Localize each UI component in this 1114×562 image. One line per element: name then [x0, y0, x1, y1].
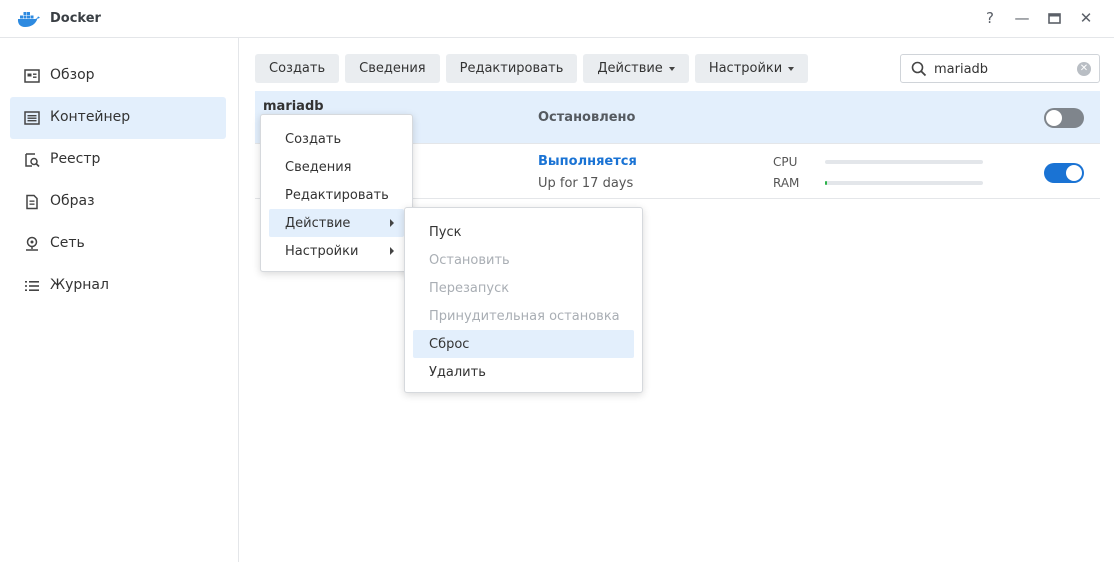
create-button-label: Создать [269, 61, 326, 76]
context-menu-settings-label: Настройки [285, 243, 359, 259]
sidebar-item-log[interactable]: Журнал [10, 265, 226, 307]
sidebar-item-overview[interactable]: Обзор [10, 55, 226, 97]
app-title: Docker [50, 11, 101, 26]
registry-icon [25, 153, 40, 168]
context-menu-settings[interactable]: Настройки [269, 237, 404, 265]
container-uptime: Up for 17 days [538, 176, 634, 191]
sidebar-item-label: Сеть [50, 235, 85, 251]
container-toggle[interactable] [1044, 108, 1084, 128]
sidebar-item-label: Образ [50, 193, 95, 209]
clear-search-icon[interactable]: ✕ [1077, 62, 1091, 76]
help-icon[interactable]: ? [980, 8, 1000, 28]
title-bar: Docker ? — ✕ [0, 0, 1114, 38]
container-status: Выполняется [538, 154, 637, 169]
submenu-start[interactable]: Пуск [413, 218, 634, 246]
maximize-icon[interactable] [1044, 8, 1064, 28]
ram-usage-bar [825, 181, 983, 185]
overview-icon [24, 69, 40, 83]
caret-down-icon [788, 67, 795, 71]
container-toggle[interactable] [1044, 163, 1084, 183]
submenu-stop: Остановить [429, 252, 510, 268]
search-icon [911, 61, 927, 77]
ram-usage-fill [825, 181, 827, 185]
context-menu-action[interactable]: Действие [269, 209, 404, 237]
cpu-label: CPU [773, 155, 798, 169]
settings-dropdown-button[interactable]: Настройки [694, 54, 809, 83]
submenu-force-stop: Принудительная остановка [429, 308, 620, 324]
action-dropdown-button[interactable]: Действие [583, 54, 689, 83]
submenu-arrow-icon [390, 247, 394, 255]
context-menu-create[interactable]: Создать [269, 125, 404, 153]
sidebar-item-label: Контейнер [50, 109, 131, 125]
context-menu: Создать Сведения Редактировать Действие … [260, 114, 413, 272]
action-submenu: Пуск Остановить Перезапуск Принудительна… [404, 207, 643, 393]
sidebar-item-label: Журнал [50, 277, 109, 293]
create-button[interactable]: Создать [255, 54, 340, 83]
network-icon [26, 236, 38, 251]
ram-label: RAM [773, 176, 800, 190]
container-icon [24, 111, 40, 125]
caret-down-icon [668, 67, 675, 71]
docker-logo-icon [17, 12, 40, 27]
toggle-knob [1066, 165, 1082, 181]
sidebar: Обзор Контейнер Реестр Образ Сеть Журнал [0, 38, 239, 562]
minimize-icon[interactable]: — [1012, 8, 1032, 28]
details-button[interactable]: Сведения [345, 54, 440, 83]
search-box: ✕ [900, 54, 1100, 83]
context-menu-action-label: Действие [285, 215, 351, 231]
image-icon [26, 194, 38, 210]
submenu-reset[interactable]: Сброс [413, 330, 634, 358]
sidebar-item-network[interactable]: Сеть [10, 223, 226, 265]
submenu-restart: Перезапуск [429, 280, 510, 296]
context-menu-details[interactable]: Сведения [269, 153, 404, 181]
settings-button-label: Настройки [708, 61, 783, 76]
context-menu-edit[interactable]: Редактировать [269, 181, 404, 209]
search-input[interactable] [934, 59, 1074, 79]
window-controls: ? — ✕ [980, 8, 1096, 28]
details-button-label: Сведения [359, 61, 426, 76]
sidebar-item-registry[interactable]: Реестр [10, 139, 226, 181]
action-button-label: Действие [597, 61, 663, 76]
docker-window: Docker ? — ✕ Обзор Контейнер Реестр Обра… [0, 0, 1114, 562]
submenu-arrow-icon [390, 219, 394, 227]
submenu-delete[interactable]: Удалить [413, 358, 634, 386]
container-status: Остановлено [538, 110, 636, 125]
close-icon[interactable]: ✕ [1076, 8, 1096, 28]
log-icon [25, 281, 39, 291]
edit-button-label: Редактировать [459, 61, 564, 76]
toggle-knob [1046, 110, 1062, 126]
container-name: mariadb [263, 99, 324, 114]
edit-button[interactable]: Редактировать [445, 54, 578, 83]
sidebar-item-container[interactable]: Контейнер [10, 97, 226, 139]
toolbar: Создать Сведения Редактировать Действие … [255, 54, 809, 83]
sidebar-item-image[interactable]: Образ [10, 181, 226, 223]
sidebar-item-label: Реестр [50, 151, 101, 167]
cpu-usage-bar [825, 160, 983, 164]
sidebar-item-label: Обзор [50, 67, 95, 83]
